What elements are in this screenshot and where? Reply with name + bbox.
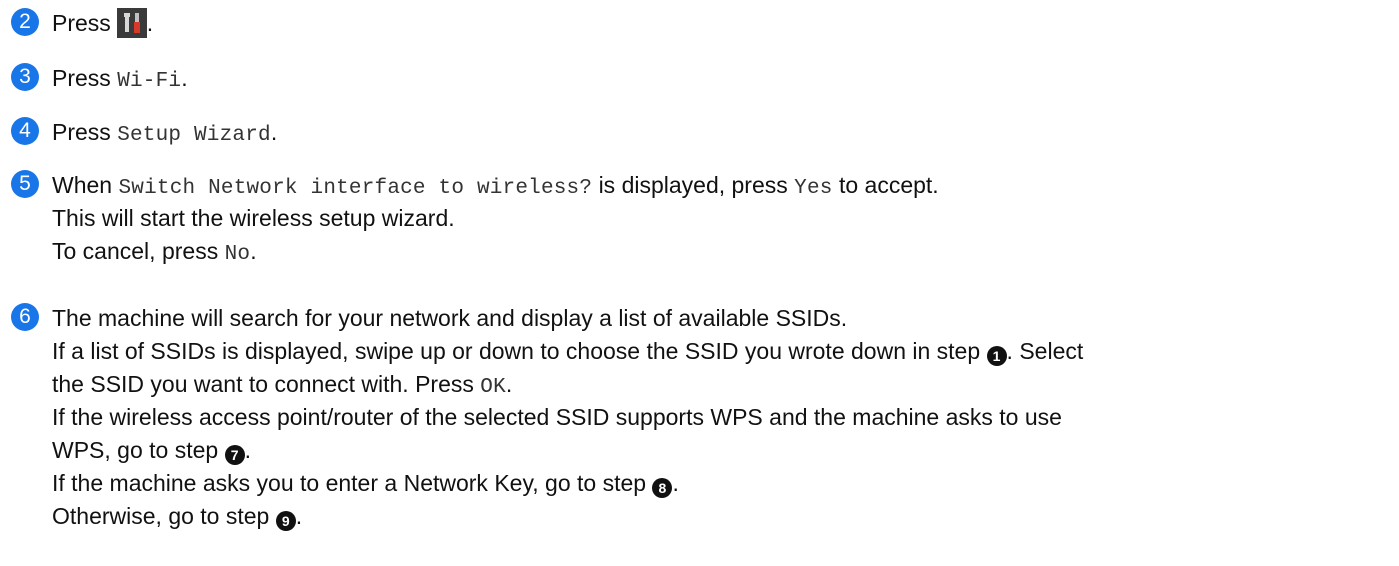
step-number: 6 (11, 303, 39, 331)
menu-option-wifi: Wi-Fi (117, 70, 182, 93)
period: . (672, 470, 679, 496)
step-text: When (52, 172, 113, 198)
settings-tools-icon (116, 8, 147, 38)
option-ok: OK (480, 376, 506, 399)
step-text: is displayed, press (598, 172, 788, 198)
period: . (146, 10, 154, 36)
lcd-message: Switch Network interface to wireless? (118, 177, 593, 200)
step-text: The machine will search for your network… (52, 305, 848, 331)
menu-option-setup-wizard: Setup Wizard (117, 124, 271, 147)
option-no: No (224, 243, 251, 266)
step-reference: 9 (275, 511, 296, 531)
period: . (270, 119, 278, 145)
period: . (505, 371, 513, 397)
step-text: Press (52, 10, 111, 36)
step-text: If a list of SSIDs is displayed, swipe u… (52, 338, 981, 364)
step-number: 2 (11, 8, 39, 36)
step-text: the SSID you want to connect with. Press (52, 371, 474, 397)
step-reference: 8 (652, 478, 673, 498)
step-text: to accept. (838, 172, 939, 198)
step-number: 4 (11, 117, 39, 145)
step-number: 5 (11, 170, 39, 198)
step-reference: 1 (986, 346, 1007, 366)
step-reference: 7 (224, 445, 245, 465)
step-text: Press (52, 119, 111, 145)
step-text: If the wireless access point/router of t… (52, 404, 1062, 430)
step-text: Otherwise, go to step (52, 503, 270, 529)
step-text: WPS, go to step (52, 437, 219, 463)
period: . (250, 238, 257, 264)
step-text: To cancel, press (52, 238, 219, 264)
period: . (244, 437, 251, 463)
period: . (295, 503, 303, 529)
period: . (181, 65, 188, 91)
option-yes: Yes (794, 177, 833, 200)
step-text: . Select (1006, 338, 1084, 364)
step-number: 3 (11, 63, 39, 91)
step-text: Press (52, 65, 111, 91)
step-text: This will start the wireless setup wizar… (52, 205, 455, 231)
step-text: If the machine asks you to enter a Netwo… (52, 470, 647, 496)
